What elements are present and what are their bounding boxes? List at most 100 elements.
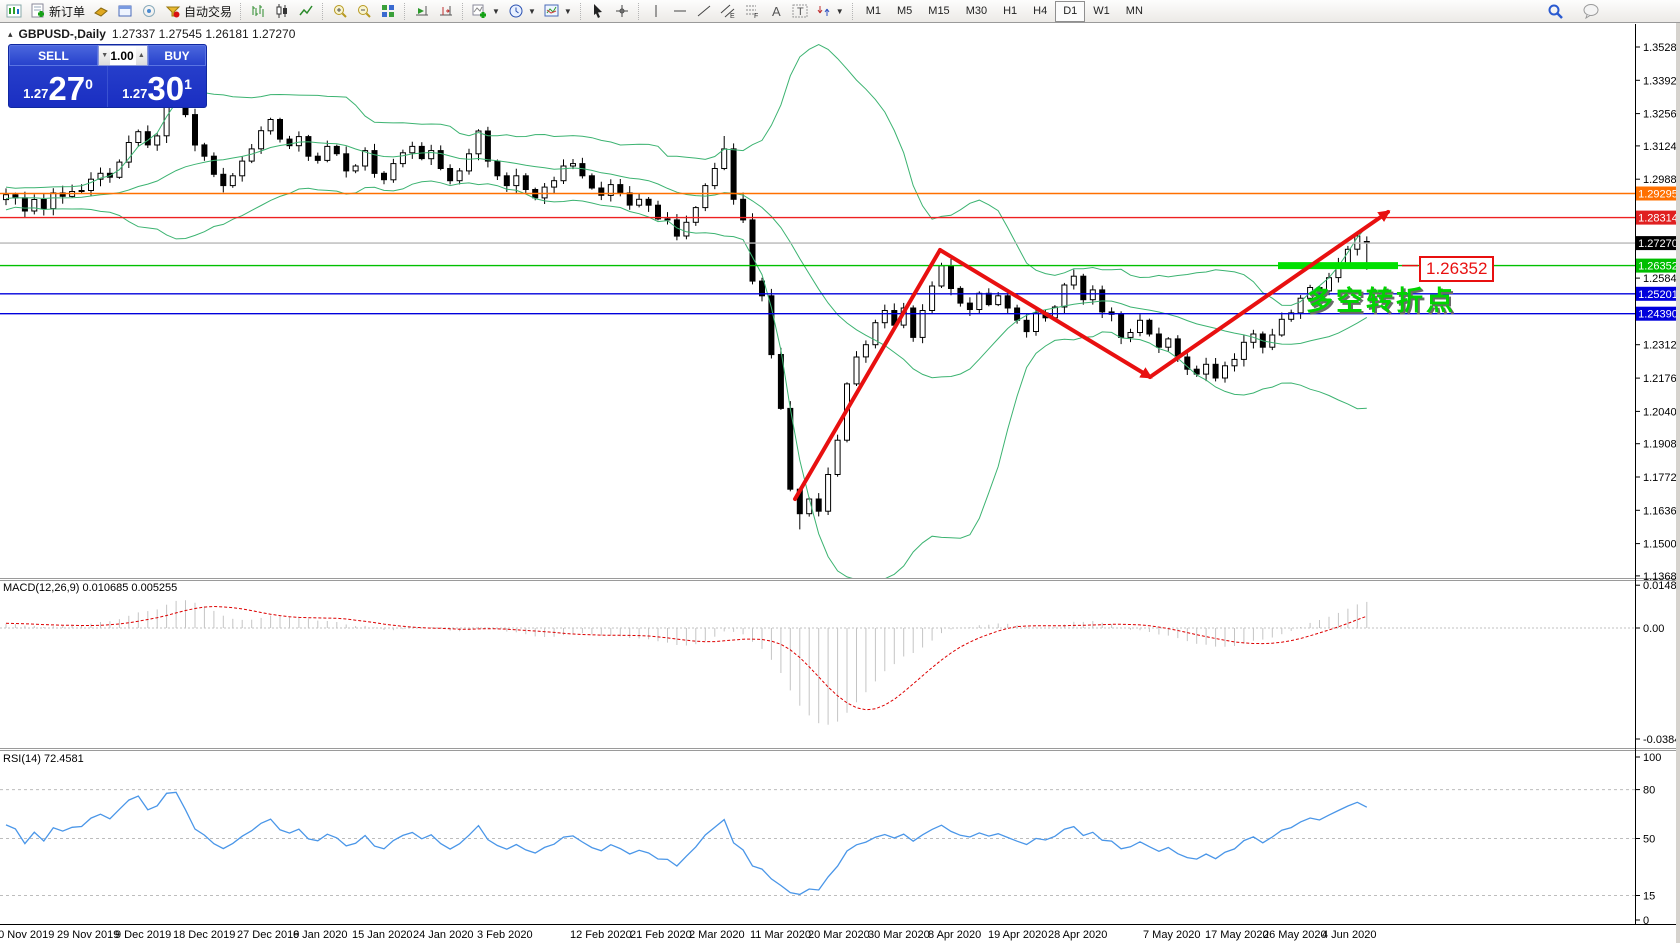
fibonacci-tool-button[interactable]: F [740, 1, 764, 22]
svg-text:2 Mar 2020: 2 Mar 2020 [689, 929, 745, 941]
templates-button[interactable]: ▼ [540, 1, 576, 22]
svg-text:1.24390: 1.24390 [1638, 309, 1678, 321]
search-icon[interactable] [1543, 1, 1568, 22]
svg-text:12 Feb 2020: 12 Feb 2020 [570, 929, 632, 941]
svg-text:1.33920: 1.33920 [1643, 75, 1680, 87]
timeframe-m5[interactable]: M5 [889, 1, 920, 22]
svg-text:1.31240: 1.31240 [1643, 141, 1680, 153]
svg-text:18 Dec 2019: 18 Dec 2019 [173, 929, 235, 941]
arrows-tool-button[interactable]: ▼ [812, 1, 848, 22]
timeframe-mn[interactable]: MN [1118, 1, 1151, 22]
timeframe-m15[interactable]: M15 [920, 1, 957, 22]
svg-text:3 Feb 2020: 3 Feb 2020 [477, 929, 533, 941]
svg-text:1.25201: 1.25201 [1638, 289, 1678, 301]
sell-price[interactable]: 1.27270 [9, 66, 107, 107]
periods-button[interactable]: ▼ [504, 1, 540, 22]
tile-windows-button[interactable] [376, 1, 400, 22]
volume-decrease-button[interactable]: ▼ [99, 46, 110, 65]
rsi-indicator-label: RSI(14) 72.4581 [3, 753, 84, 765]
svg-text:A: A [772, 4, 781, 19]
toolbar-separator [638, 3, 640, 20]
timeframe-d1[interactable]: D1 [1055, 1, 1085, 22]
svg-text:1.27270: 1.27270 [1638, 238, 1678, 250]
timeframe-w1[interactable]: W1 [1085, 1, 1118, 22]
auto-trading-button[interactable]: 自动交易 [161, 1, 236, 22]
svg-text:6 Jan 2020: 6 Jan 2020 [293, 929, 347, 941]
svg-text:1.32560: 1.32560 [1643, 109, 1680, 121]
timeframe-h1[interactable]: H1 [995, 1, 1025, 22]
timeframe-m1[interactable]: M1 [858, 1, 889, 22]
macd-axis-ticks: 0.01480.00-0.038415 [1635, 580, 1680, 746]
collapse-panel-icon[interactable]: ▴ [8, 29, 13, 40]
equidistant-channel-tool-button[interactable]: E [716, 1, 740, 22]
data-window-button[interactable] [113, 1, 137, 22]
market-watch-button[interactable] [89, 1, 113, 22]
cursor-tool-button[interactable] [586, 1, 610, 22]
chart-canvas[interactable] [0, 24, 1635, 924]
svg-text:50: 50 [1643, 834, 1655, 846]
horizontal-line-tool-button[interactable] [668, 1, 692, 22]
new-order-button[interactable]: 新订单 [26, 1, 89, 22]
svg-text:1.29880: 1.29880 [1643, 174, 1680, 186]
svg-text:1.35280: 1.35280 [1643, 42, 1680, 54]
svg-text:1.16360: 1.16360 [1643, 505, 1680, 517]
signals-button[interactable] [137, 1, 161, 22]
buy-price-big: 30 [147, 74, 184, 104]
auto-scroll-button[interactable] [410, 1, 434, 22]
svg-text:F: F [754, 13, 758, 19]
turning-point-annotation[interactable]: 多空转折点 [1306, 279, 1456, 318]
window-edge [1676, 23, 1680, 943]
text-tool-button[interactable]: A [764, 1, 788, 22]
macd-indicator-label: MACD(12,26,9) 0.010685 0.005255 [3, 582, 177, 594]
timeframe-h4[interactable]: H4 [1025, 1, 1055, 22]
svg-text:1.15000: 1.15000 [1643, 539, 1680, 551]
text-label-tool-button[interactable]: T [788, 1, 812, 22]
volume-value[interactable]: 1.00 [110, 46, 135, 65]
svg-text:1.21760: 1.21760 [1643, 373, 1680, 385]
chat-icon[interactable] [1578, 1, 1604, 22]
new-order-label: 新订单 [49, 3, 85, 20]
bar-chart-button[interactable] [246, 1, 270, 22]
svg-text:7 May 2020: 7 May 2020 [1143, 929, 1200, 941]
symbol-period-title: GBPUSD-,Daily [19, 27, 106, 41]
svg-text:0: 0 [1643, 915, 1649, 927]
chevron-down-icon: ▼ [836, 7, 844, 16]
toolbar-separator [322, 3, 324, 20]
sell-price-small: 1.27 [23, 86, 48, 101]
toolbar-separator [240, 3, 242, 20]
chevron-down-icon: ▼ [528, 7, 536, 16]
svg-text:1.29295: 1.29295 [1638, 189, 1678, 201]
candlestick-chart-button[interactable] [270, 1, 294, 22]
chart-shift-button[interactable] [434, 1, 458, 22]
toolbar-separator [404, 3, 406, 20]
svg-text:1.17720: 1.17720 [1643, 472, 1680, 484]
auto-trading-label: 自动交易 [184, 3, 232, 20]
zoom-out-button[interactable] [352, 1, 376, 22]
buy-price[interactable]: 1.27301 [108, 66, 206, 107]
trendline-tool-button[interactable] [692, 1, 716, 22]
svg-text:1.25840: 1.25840 [1643, 273, 1680, 285]
svg-text:15: 15 [1643, 891, 1655, 903]
price-axis-ticks: 1.35280 1.33920 1.32560 1.31240 1.29880 1.258… [1635, 42, 1680, 583]
vertical-line-tool-button[interactable] [644, 1, 668, 22]
svg-text:19 Apr 2020: 19 Apr 2020 [988, 929, 1047, 941]
svg-text:11 Mar 2020: 11 Mar 2020 [750, 929, 811, 941]
svg-text:24 Jan 2020: 24 Jan 2020 [413, 929, 474, 941]
volume-increase-button[interactable]: ▲ [136, 46, 147, 65]
date-axis-labels: 20 Nov 201929 Nov 20199 Dec 201918 Dec 2… [0, 929, 1376, 941]
svg-text:E: E [730, 13, 735, 19]
line-chart-button[interactable] [294, 1, 318, 22]
zoom-in-button[interactable] [328, 1, 352, 22]
svg-text:T: T [797, 6, 804, 18]
buy-button[interactable]: BUY [148, 45, 206, 66]
svg-text:21 Feb 2020: 21 Feb 2020 [630, 929, 692, 941]
svg-text:20 Nov 2019: 20 Nov 2019 [0, 929, 54, 941]
timeframe-m30[interactable]: M30 [958, 1, 995, 22]
svg-text:0.0148: 0.0148 [1643, 580, 1677, 592]
sell-button[interactable]: SELL [9, 45, 98, 66]
toolbar-separator [580, 3, 582, 20]
crosshair-tool-button[interactable] [610, 1, 634, 22]
indicators-button[interactable]: ▼ [468, 1, 504, 22]
svg-text:100: 100 [1643, 752, 1661, 764]
chart-window-icon [2, 1, 26, 22]
